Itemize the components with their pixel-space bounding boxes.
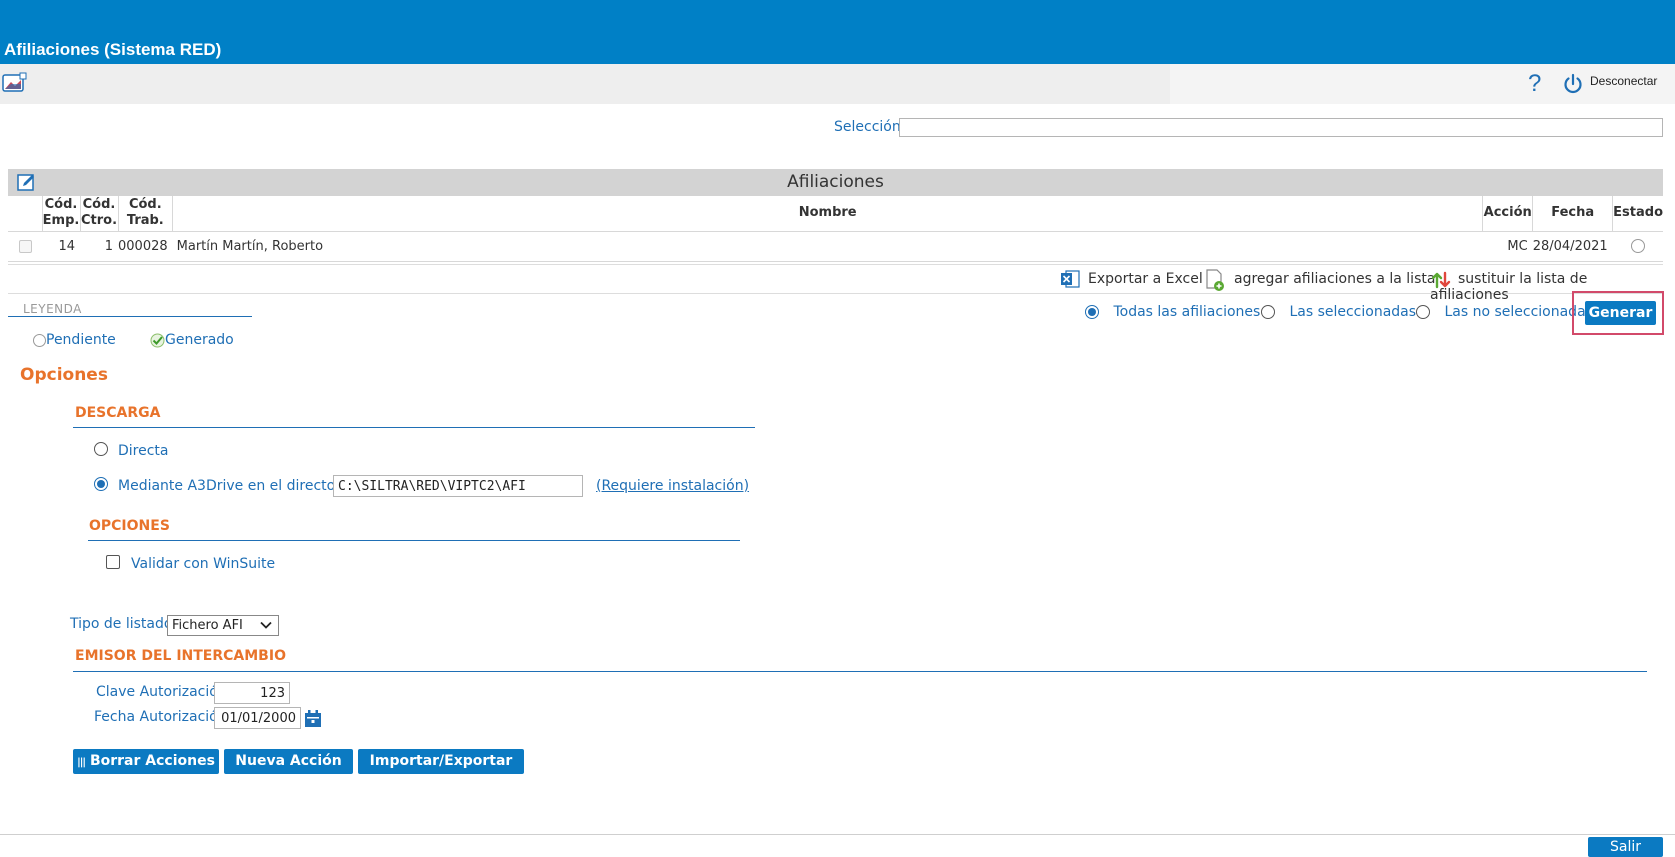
- new-action-button[interactable]: Nueva Acción: [224, 749, 353, 774]
- chevron-down-icon: [260, 621, 272, 629]
- generated-check-icon: [150, 333, 165, 347]
- filter-all[interactable]: Todas las afiliaciones: [1085, 304, 1260, 320]
- auth-date-input[interactable]: [214, 707, 301, 729]
- table-row[interactable]: 14 1 000028 Martín Martín, Roberto MC 28…: [8, 231, 1663, 262]
- download-section-title: DESCARGA: [75, 405, 161, 421]
- col-cod-emp[interactable]: Cód. Emp.: [42, 196, 81, 232]
- auth-key-input[interactable]: [214, 682, 290, 704]
- col-estado[interactable]: Estado: [1612, 196, 1663, 232]
- issuer-divider: [73, 671, 1647, 672]
- row-select-cell: [8, 231, 42, 262]
- grid-table: Cód. Emp. Cód. Ctro. Cód. Trab. Nombre Acci…: [8, 196, 1663, 262]
- col-cod-emp-line1: Cód.: [44, 197, 78, 213]
- listing-type-label: Tipo de listado: [70, 616, 173, 632]
- row-nombre: Martín Martín, Roberto: [172, 231, 1483, 262]
- replace-list-label: sustituir la lista de afiliaciones: [1430, 271, 1588, 303]
- col-cod-trab-line1: Cód.: [128, 197, 162, 213]
- filter-selected-label: Las seleccionadas: [1289, 304, 1417, 320]
- download-a3drive-radio[interactable]: [94, 477, 108, 491]
- auth-date-label: Fecha Autorización: [94, 709, 227, 725]
- col-nombre[interactable]: Nombre: [172, 196, 1484, 232]
- row-accion: MC: [1482, 231, 1533, 262]
- clear-actions-button[interactable]: ||| Borrar Acciones: [73, 749, 219, 774]
- export-excel-action[interactable]: Exportar a Excel: [1060, 270, 1203, 288]
- selection-input[interactable]: [899, 118, 1663, 137]
- app-logo-icon[interactable]: [2, 72, 28, 94]
- row-estado-cell: [1612, 231, 1663, 262]
- validate-winsuite-label: Validar con WinSuite: [131, 556, 276, 572]
- legend-pending: Pendiente: [33, 332, 116, 348]
- sub-options-title: OPCIONES: [89, 518, 170, 534]
- row-fecha: 28/04/2021: [1532, 231, 1613, 262]
- grid-header: Afiliaciones: [8, 169, 1663, 196]
- import-export-button[interactable]: Importar/Exportar: [358, 749, 524, 774]
- clear-actions-label: Borrar Acciones: [89, 753, 215, 769]
- help-icon[interactable]: ?: [1528, 70, 1541, 98]
- grid-title: Afiliaciones: [787, 172, 884, 192]
- filter-all-radio[interactable]: [1085, 305, 1099, 319]
- add-to-list-label: agregar afiliaciones a la lista: [1234, 271, 1436, 287]
- exit-button[interactable]: Salir: [1588, 837, 1663, 857]
- sub-options-divider: [88, 540, 740, 541]
- filter-not-selected-label: Las no seleccionadas: [1444, 304, 1593, 320]
- legend-divider: [8, 316, 252, 317]
- legend-pending-label: Pendiente: [46, 332, 116, 348]
- col-cod-trab[interactable]: Cód. Trab.: [118, 196, 174, 232]
- listing-type-select[interactable]: Fichero AFI: [167, 615, 279, 636]
- col-cod-ctro-line2: Ctro.: [80, 213, 118, 229]
- grid-column-headers: Cód. Emp. Cód. Ctro. Cód. Trab. Nombre Acci…: [8, 196, 1663, 232]
- excel-icon: [1061, 270, 1080, 288]
- bars-icon: |||: [77, 757, 86, 768]
- filter-all-label: Todas las afiliaciones: [1113, 304, 1261, 320]
- title-bar: Afiliaciones (Sistema RED): [0, 0, 1675, 64]
- footer-divider: [0, 834, 1675, 835]
- row-cod-emp: 14: [42, 231, 80, 262]
- col-fecha[interactable]: Fecha: [1532, 196, 1614, 232]
- add-to-list-action[interactable]: agregar afiliaciones a la lista: [1204, 269, 1436, 291]
- col-cod-ctro[interactable]: Cód. Ctro.: [80, 196, 119, 232]
- issuer-section-title: EMISOR DEL INTERCAMBIO: [75, 648, 286, 664]
- toolbar: ? Desconectar: [0, 64, 1675, 104]
- status-pending-icon: [1630, 239, 1645, 253]
- col-select: [8, 196, 43, 232]
- generate-button[interactable]: Generar: [1585, 301, 1656, 325]
- col-cod-emp-line2: Emp.: [42, 213, 80, 229]
- auth-key-label: Clave Autorización: [96, 684, 227, 700]
- affiliations-grid: Afiliaciones Cód. Emp. Cód. Ctro. Cód. Trab…: [8, 169, 1663, 262]
- install-required-link[interactable]: (Requiere instalación): [596, 478, 749, 494]
- listing-type-value: Fichero AFI: [172, 618, 243, 633]
- legend-generated: Generado: [150, 332, 234, 348]
- filter-selected[interactable]: Las seleccionadas: [1261, 304, 1416, 320]
- export-excel-label: Exportar a Excel: [1088, 271, 1203, 287]
- add-document-icon: [1206, 269, 1224, 291]
- directory-input[interactable]: [333, 475, 583, 497]
- legend-title: LEYENDA: [23, 302, 82, 316]
- filter-not-selected[interactable]: Las no seleccionadas: [1416, 304, 1593, 320]
- pending-icon: [33, 333, 46, 347]
- row-checkbox[interactable]: [18, 239, 32, 253]
- legend-generated-label: Generado: [165, 332, 234, 348]
- col-cod-trab-line2: Trab.: [126, 213, 164, 229]
- options-title: Opciones: [20, 365, 108, 385]
- download-divider: [73, 427, 755, 428]
- filter-selected-radio[interactable]: [1261, 305, 1275, 319]
- swap-arrows-icon: [1431, 271, 1451, 289]
- calendar-icon[interactable]: [303, 709, 323, 729]
- validate-winsuite-checkbox[interactable]: [106, 555, 120, 569]
- download-a3drive-label: Mediante A3Drive en el directorio: [118, 478, 354, 494]
- download-direct-radio[interactable]: [94, 442, 108, 456]
- download-direct-label: Directa: [118, 443, 169, 459]
- edit-icon[interactable]: [17, 173, 36, 192]
- disconnect-button[interactable]: Desconectar: [1590, 74, 1657, 88]
- selection-label: Selección: [834, 119, 901, 135]
- window-title: Afiliaciones (Sistema RED): [4, 40, 222, 59]
- filter-not-selected-radio[interactable]: [1416, 305, 1430, 319]
- list-actions-bar: Exportar a Excel agregar afiliaciones a …: [8, 264, 1663, 303]
- row-cod-trab: 000028: [118, 231, 173, 262]
- col-accion[interactable]: Acción: [1482, 196, 1534, 232]
- col-cod-ctro-line1: Cód.: [82, 197, 116, 213]
- row-cod-ctro: 1: [80, 231, 118, 262]
- power-icon[interactable]: [1562, 73, 1584, 95]
